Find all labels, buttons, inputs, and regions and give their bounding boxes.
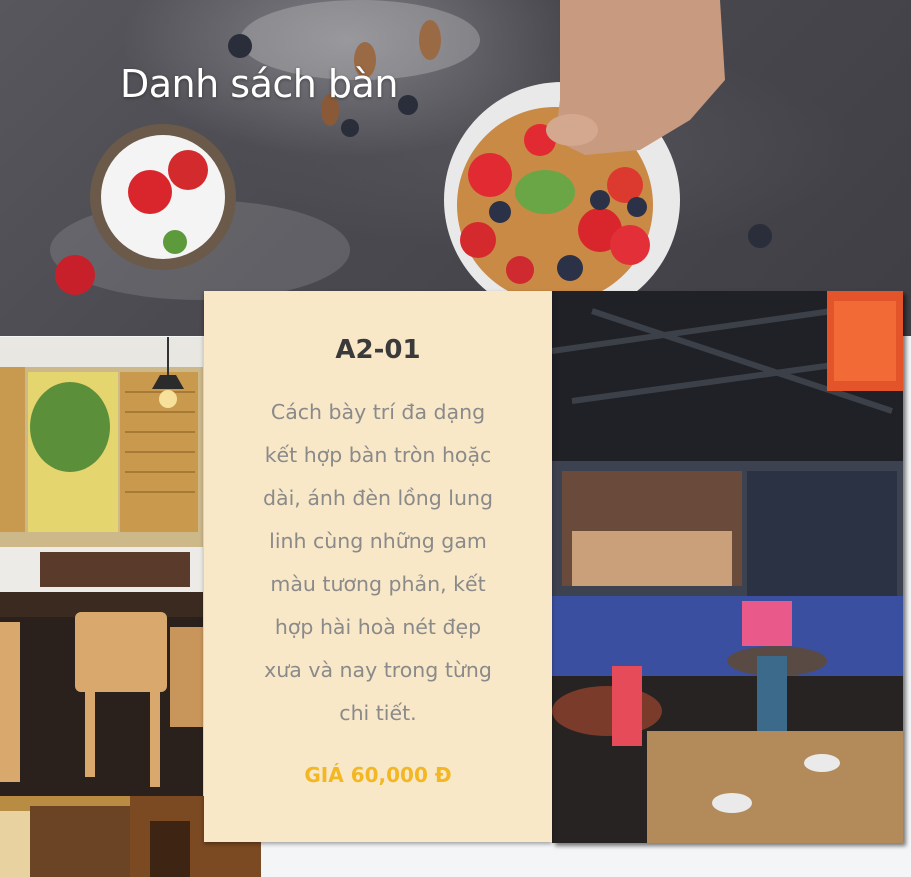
table-description: Cách bày trí đa dạng kết hợp bàn tròn ho… [263, 400, 493, 725]
left-restaurant-photo [0, 337, 203, 796]
hero-banner: Danh sách bàn [0, 0, 911, 336]
table-card[interactable]: A2-01 Cách bày trí đa dạng kết hợp bàn t… [204, 291, 552, 842]
page-title: Danh sách bàn [120, 62, 398, 106]
right-restaurant-photo [552, 291, 903, 843]
hero-food-image [50, 0, 772, 318]
table-price: GIÁ 60,000 Đ [304, 763, 452, 787]
table-code: A2-01 [335, 335, 421, 365]
